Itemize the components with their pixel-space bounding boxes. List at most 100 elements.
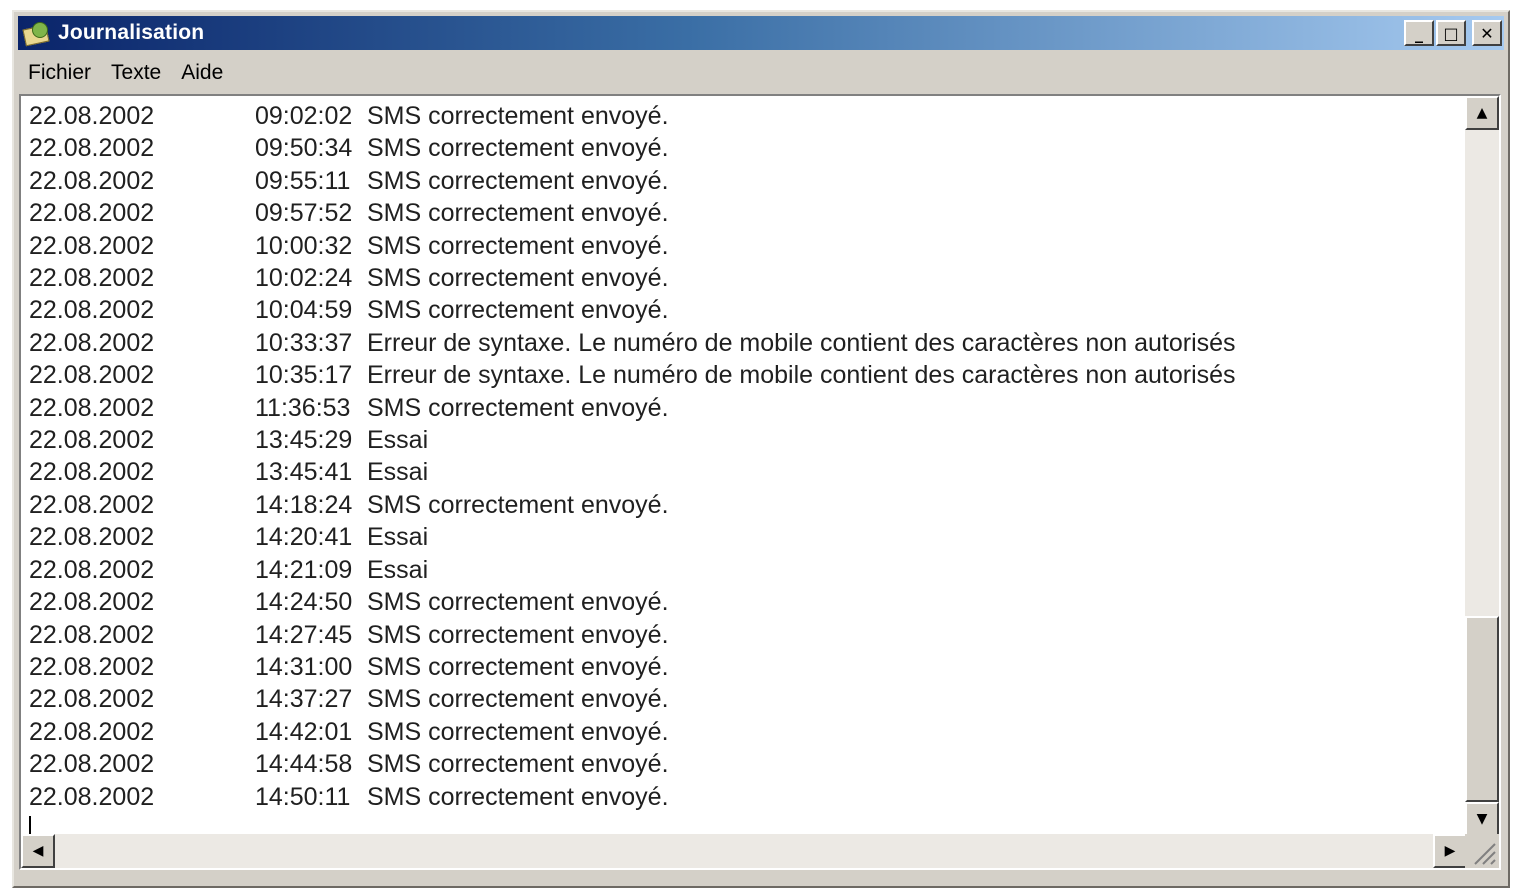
log-message: Essai — [367, 555, 429, 584]
log-date: 22.08.2002 — [29, 523, 155, 552]
log-entry: 22.08.2002 09:02:02 SMS correctement envoy… — [29, 100, 1236, 132]
horizontal-scrollbar[interactable]: ◀ ▶ — [21, 834, 1467, 868]
log-time: 09:57:52 — [255, 199, 353, 228]
arrow-down-icon: ▼ — [1476, 811, 1488, 827]
scroll-left-button[interactable]: ◀ — [21, 834, 55, 868]
log-date: 22.08.2002 — [29, 588, 155, 617]
menu-aide[interactable]: Aide — [171, 61, 233, 85]
log-entry: 22.08.2002 14:42:01 SMS correctement envoy… — [29, 716, 1236, 748]
log-time: 10:33:37 — [255, 328, 353, 357]
log-time: 09:50:34 — [255, 134, 353, 163]
log-time: 14:42:01 — [255, 717, 353, 746]
log-time: 14:21:09 — [255, 555, 353, 584]
log-text-area[interactable]: 22.08.2002 09:02:02 SMS correctement envoy… — [19, 94, 1501, 870]
log-date: 22.08.2002 — [29, 685, 155, 714]
log-date: 22.08.2002 — [29, 166, 155, 195]
log-date: 22.08.2002 — [29, 199, 155, 228]
log-time: 09:02:02 — [255, 102, 353, 130]
log-date: 22.08.2002 — [29, 620, 155, 649]
arrow-up-icon: ▲ — [1476, 105, 1488, 121]
log-message: Erreur de syntaxe. Le numéro de mobile c… — [367, 361, 1236, 390]
arrow-left-icon: ◀ — [32, 843, 44, 859]
log-message: SMS correctement envoyé. — [367, 264, 669, 293]
scroll-right-button[interactable]: ▶ — [1433, 834, 1467, 868]
vertical-scroll-thumb[interactable] — [1465, 616, 1499, 802]
log-entry: 22.08.2002 14:44:58 SMS correctement envoy… — [29, 748, 1236, 780]
log-time: 14:31:00 — [255, 652, 353, 681]
resize-grip-icon[interactable] — [1465, 834, 1499, 868]
log-date: 22.08.2002 — [29, 264, 155, 293]
log-time: 14:20:41 — [255, 523, 353, 552]
log-message: SMS correctement envoyé. — [367, 296, 669, 325]
log-entry: 22.08.2002 10:35:17 Erreur de syntaxe. Le … — [29, 359, 1236, 391]
log-time: 13:45:41 — [255, 458, 353, 487]
log-time: 14:24:50 — [255, 588, 353, 617]
log-entry: 22.08.2002 11:36:53 SMS correctement envoy… — [29, 392, 1236, 424]
log-entry: 22.08.2002 14:50:11 SMS correctement envoy… — [29, 781, 1236, 813]
log-message: Essai — [367, 458, 429, 487]
title-bar[interactable]: Journalisation _ □ ✕ — [18, 16, 1504, 50]
log-entry: 22.08.2002 14:31:00 SMS correctement envoy… — [29, 651, 1236, 683]
caption-buttons: _ □ ✕ — [1402, 20, 1502, 46]
log-message: SMS correctement envoyé. — [367, 166, 669, 195]
vertical-scrollbar[interactable]: ▲ ▼ — [1465, 96, 1499, 836]
log-window: Journalisation _ □ ✕ Fichier Texte Aide … — [12, 10, 1510, 888]
log-time: 10:02:24 — [255, 264, 353, 293]
scroll-up-button[interactable]: ▲ — [1465, 96, 1499, 130]
log-time: 14:44:58 — [255, 750, 353, 779]
log-message: SMS correctement envoyé. — [367, 231, 669, 260]
log-time: 10:35:17 — [255, 361, 353, 390]
log-date: 22.08.2002 — [29, 231, 155, 260]
log-entry: 22.08.2002 09:55:11 SMS correctement envoy… — [29, 165, 1236, 197]
mail-envelope-icon[interactable] — [22, 19, 52, 47]
log-message: SMS correctement envoyé. — [367, 652, 669, 681]
log-message: SMS correctement envoyé. — [367, 102, 669, 130]
log-entry: 22.08.2002 14:21:09 Essai — [29, 554, 1236, 586]
log-date: 22.08.2002 — [29, 328, 155, 357]
log-date: 22.08.2002 — [29, 555, 155, 584]
log-message: SMS correctement envoyé. — [367, 685, 669, 714]
log-message: SMS correctement envoyé. — [367, 490, 669, 519]
log-time: 14:18:24 — [255, 490, 353, 519]
log-date: 22.08.2002 — [29, 717, 155, 746]
minimize-button[interactable]: _ — [1404, 20, 1434, 46]
log-date: 22.08.2002 — [29, 426, 155, 455]
menu-texte[interactable]: Texte — [101, 61, 171, 85]
log-date: 22.08.2002 — [29, 296, 155, 325]
log-message: SMS correctement envoyé. — [367, 750, 669, 779]
log-date: 22.08.2002 — [29, 102, 155, 130]
log-entry: 22.08.2002 10:33:37 Erreur de syntaxe. Le … — [29, 327, 1236, 359]
log-time: 14:37:27 — [255, 685, 353, 714]
menu-bar: Fichier Texte Aide — [18, 56, 1504, 90]
log-date: 22.08.2002 — [29, 750, 155, 779]
log-date: 22.08.2002 — [29, 458, 155, 487]
log-entry: 22.08.2002 10:02:24 SMS correctement envoy… — [29, 262, 1236, 294]
log-message: SMS correctement envoyé. — [367, 134, 669, 163]
log-time: 14:50:11 — [255, 782, 351, 811]
log-entry: 22.08.2002 09:57:52 SMS correctement envoy… — [29, 197, 1236, 229]
log-lines: 22.08.2002 09:02:02 SMS correctement envoy… — [29, 100, 1236, 813]
log-entry: 22.08.2002 10:00:32 SMS correctement envoy… — [29, 230, 1236, 262]
menu-fichier[interactable]: Fichier — [18, 61, 101, 85]
close-button[interactable]: ✕ — [1472, 20, 1502, 46]
log-time: 10:00:32 — [255, 231, 353, 260]
log-message: SMS correctement envoyé. — [367, 199, 669, 228]
log-entry: 22.08.2002 14:20:41 Essai — [29, 521, 1236, 553]
log-message: SMS correctement envoyé. — [367, 620, 669, 649]
log-message: Erreur de syntaxe. Le numéro de mobile c… — [367, 328, 1236, 357]
log-date: 22.08.2002 — [29, 393, 155, 422]
window-title: Journalisation — [58, 21, 205, 44]
log-message: Essai — [367, 523, 429, 552]
scroll-down-button[interactable]: ▼ — [1465, 802, 1499, 836]
log-time: 13:45:29 — [255, 426, 353, 455]
maximize-button[interactable]: □ — [1436, 20, 1466, 46]
log-time: 10:04:59 — [255, 296, 353, 325]
log-date: 22.08.2002 — [29, 361, 155, 390]
log-time: 14:27:45 — [255, 620, 353, 649]
log-entry: 22.08.2002 14:18:24 SMS correctement envoy… — [29, 489, 1236, 521]
log-entry: 22.08.2002 10:04:59 SMS correctement envoy… — [29, 294, 1236, 326]
log-entry: 22.08.2002 14:27:45 SMS correctement envoy… — [29, 619, 1236, 651]
log-date: 22.08.2002 — [29, 782, 155, 811]
log-entry: 22.08.2002 14:24:50 SMS correctement envoy… — [29, 586, 1236, 618]
log-message: SMS correctement envoyé. — [367, 782, 669, 811]
